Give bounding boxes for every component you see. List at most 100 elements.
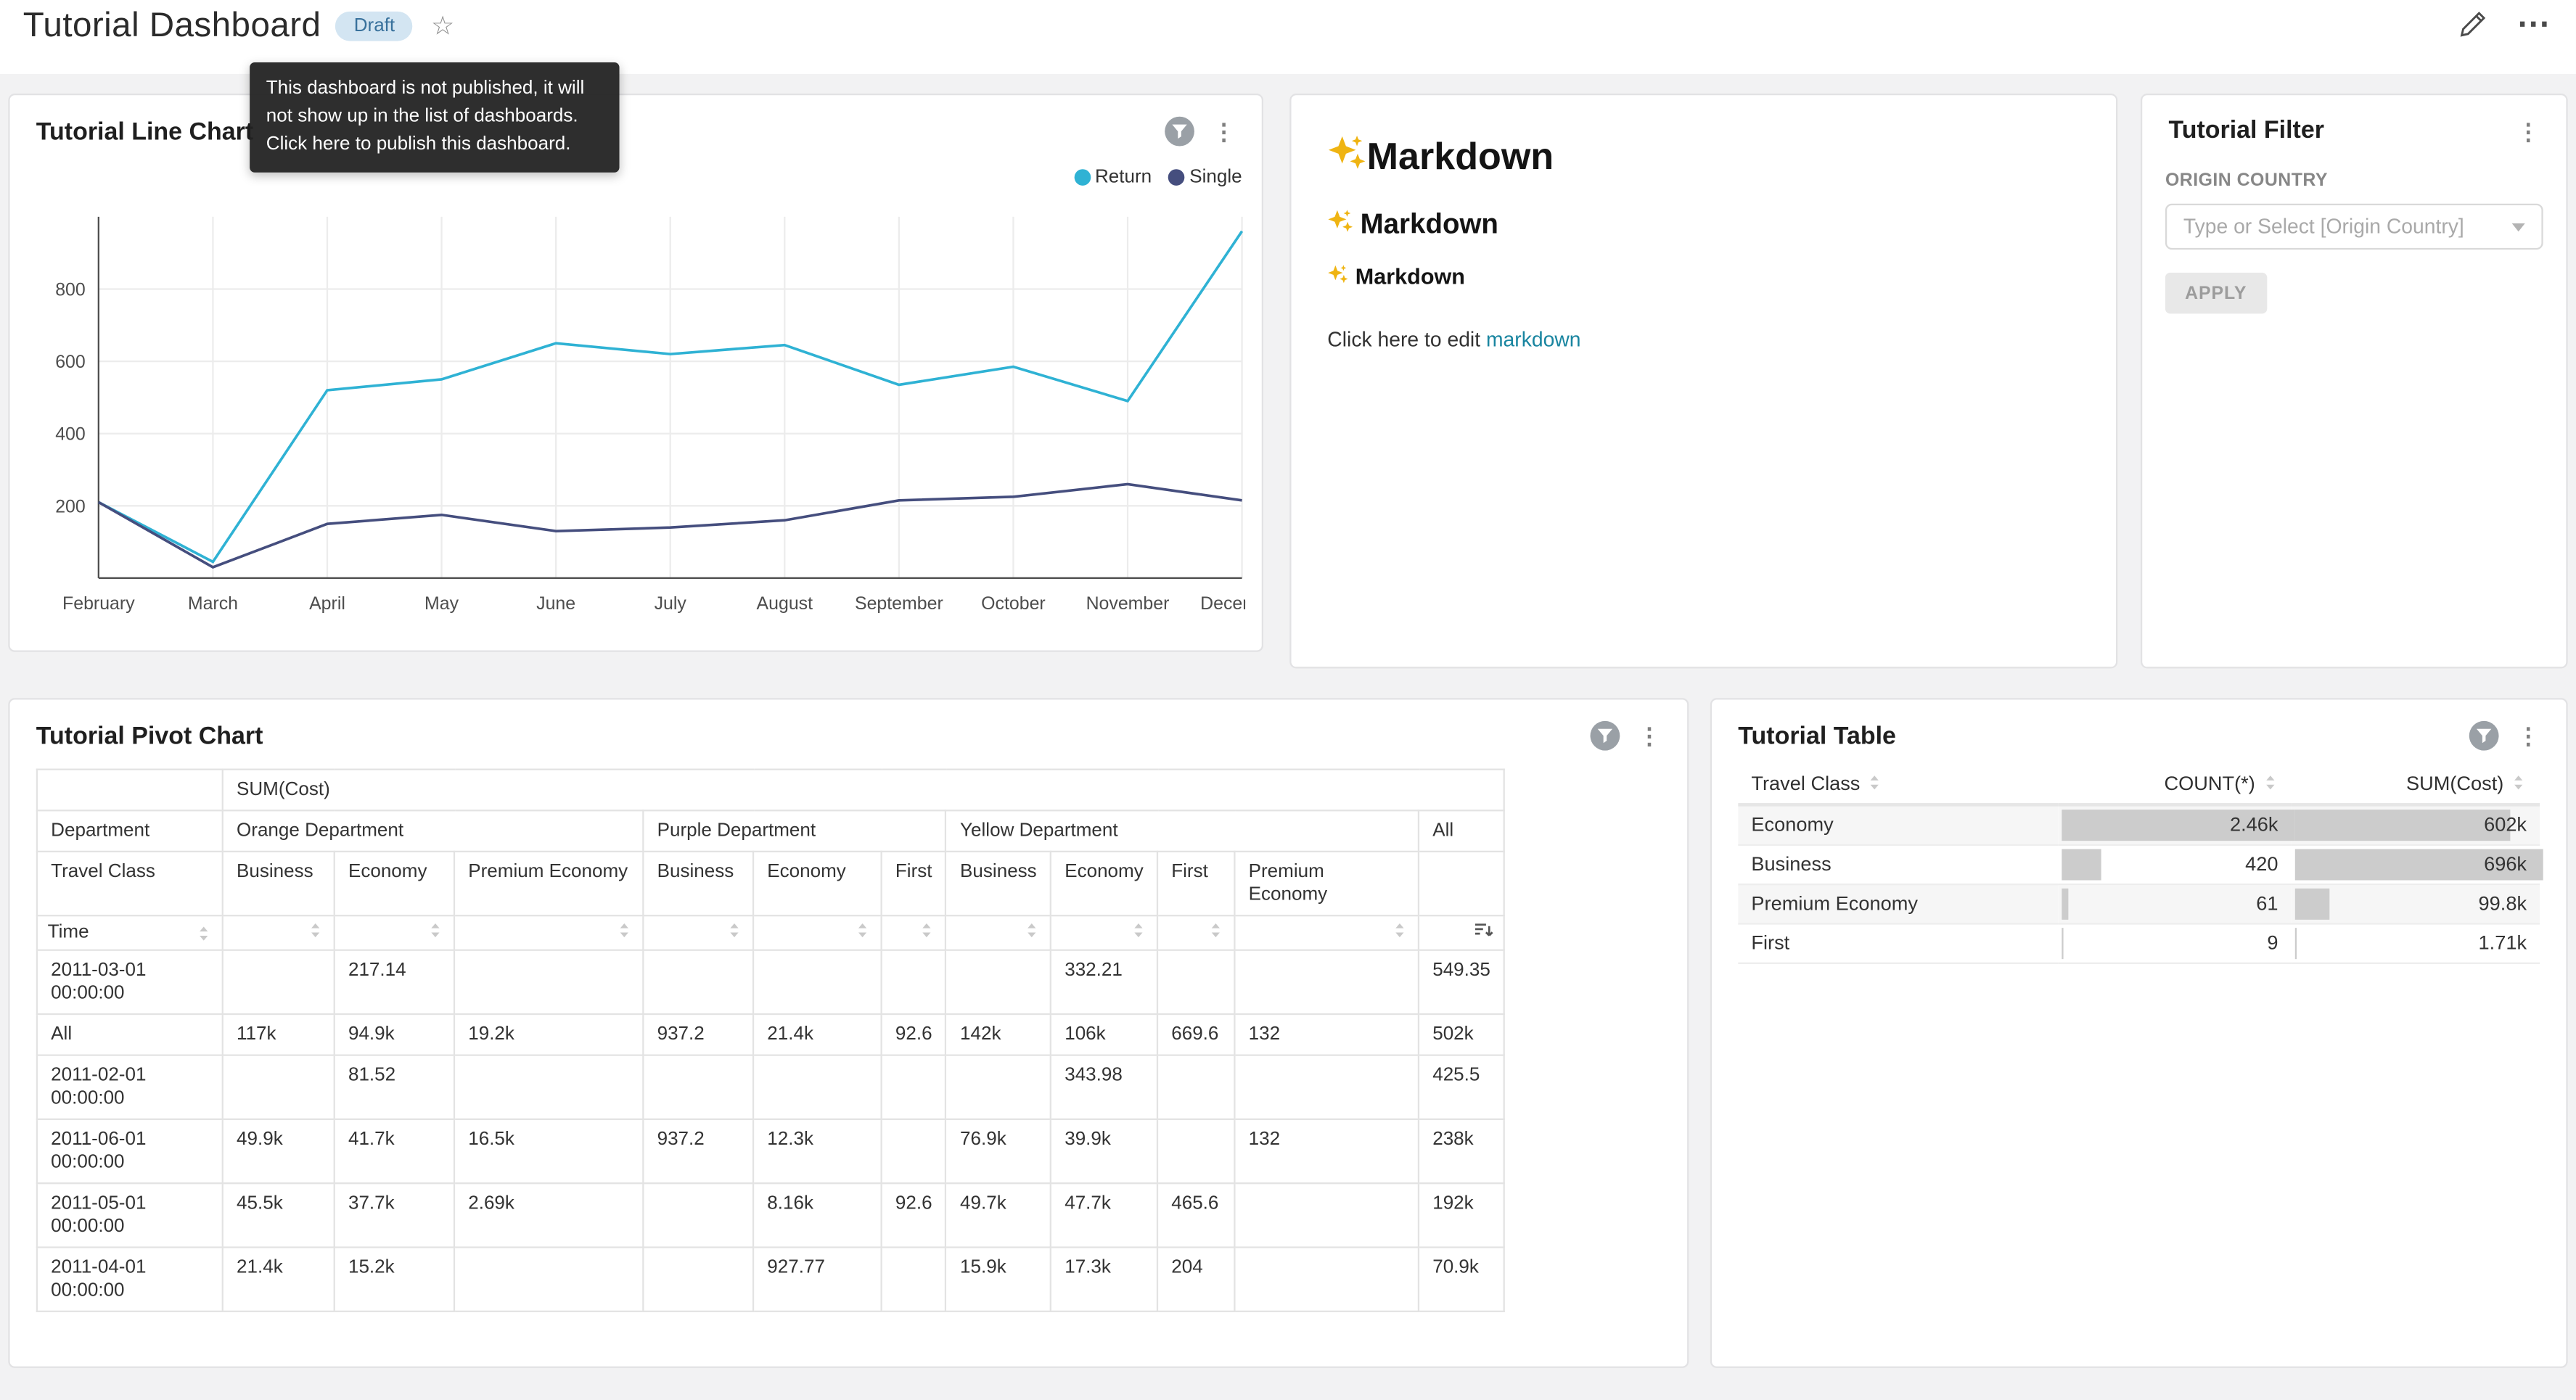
sort-icon[interactable] [854,921,871,939]
pivot-subcol-header: Premium Economy [454,852,643,915]
select-placeholder: Type or Select [Origin Country] [2183,215,2464,239]
svg-text:December: December [1200,593,1245,614]
pivot-cell: 16.5k [454,1119,643,1183]
markdown-heading-1: Markdown [1327,131,2080,181]
pivot-subcol-header: Economy [1051,852,1157,915]
sort-icon[interactable] [1131,921,1147,939]
pivot-cell: 49.9k [223,1119,335,1183]
travel-class-cell: Premium Economy [1738,884,2059,923]
pivot-row-label: All [37,1014,223,1055]
sort-icon[interactable] [307,921,324,939]
svg-text:October: October [981,593,1046,614]
pivot-cell [882,1055,946,1119]
sort-icon[interactable] [1024,921,1041,939]
pivot-cell [223,1055,335,1119]
pivot-cell: 41.7k [335,1119,454,1183]
pivot-cell: 19.2k [454,1014,643,1055]
more-menu-icon[interactable]: ⋯ [2516,12,2549,36]
pivot-row-label: 2011-02-01 00:00:00 [37,1055,223,1119]
sum-cell: 696k [2292,844,2540,884]
pivot-row-label: 2011-06-01 00:00:00 [37,1119,223,1183]
markdown-paragraph: Click here to edit markdown [1327,329,2080,352]
pivot-sort-cell [753,915,882,950]
pivot-cell: 92.6 [882,1014,946,1055]
pivot-cell [1157,1119,1234,1183]
favorite-star-icon[interactable]: ☆ [431,10,454,43]
travel-class-cell: Economy [1738,804,2059,844]
kebab-menu-icon[interactable]: ⋮ [1213,120,1236,143]
pivot-metric-header: SUM(Cost) [223,770,1504,811]
pivot-cell [454,1248,643,1312]
table-title: Tutorial Table [1738,722,1896,749]
sort-icon[interactable] [726,921,743,939]
pivot-cell [454,1055,643,1119]
pivot-subcol-header: Economy [335,852,454,915]
markdown-edit-link[interactable]: markdown [1486,329,1581,352]
sort-icon[interactable] [919,921,935,939]
pivot-cell [946,950,1051,1014]
sparkles-icon [1327,207,1353,242]
svg-text:February: February [62,593,135,614]
pivot-row-label: 2011-04-01 00:00:00 [37,1248,223,1312]
pivot-cell: 76.9k [946,1119,1051,1183]
column-header-sum[interactable]: SUM(Cost) [2292,764,2540,805]
pivot-cell: 70.9k [1419,1248,1504,1312]
pivot-cell: 192k [1419,1184,1504,1248]
sort-icon[interactable] [2510,773,2527,791]
sort-icon[interactable] [427,921,444,939]
sort-icon[interactable] [1207,921,1224,939]
sort-icon[interactable] [1866,773,1883,791]
pivot-cell: 937.2 [643,1014,753,1055]
pivot-row: 2011-04-01 00:00:0021.4k15.2k927.7715.9k… [37,1248,1504,1312]
sort-icon[interactable] [616,921,633,939]
pivot-cell [1234,1184,1419,1248]
kebab-menu-icon[interactable]: ⋮ [1638,724,1661,747]
pivot-cell: 21.4k [753,1014,882,1055]
pivot-cell [454,950,643,1014]
pivot-group-header: Orange Department [223,810,644,852]
pivot-cell: 8.16k [753,1184,882,1248]
pivot-row: 2011-02-01 00:00:0081.52343.98425.5 [37,1055,1504,1119]
sort-desc-icon[interactable] [1474,921,1493,939]
column-header-travel-class[interactable]: Travel Class [1738,764,2059,805]
pivot-cell: 45.5k [223,1184,335,1248]
pivot-row: 2011-06-01 00:00:0049.9k41.7k16.5k937.21… [37,1119,1504,1183]
filter-indicator-icon[interactable] [1591,721,1620,751]
count-cell: 9 [2059,923,2291,962]
column-header-count[interactable]: COUNT(*) [2059,764,2291,805]
edit-dashboard-icon[interactable] [2459,10,2487,38]
kebab-menu-icon[interactable]: ⋮ [2516,119,2540,142]
svg-text:800: 800 [55,280,86,300]
filter-indicator-icon[interactable] [1165,117,1194,147]
legend-item[interactable]: Return [1074,168,1152,187]
markdown-card: Markdown Markdown Markdown Click here to… [1289,94,2117,668]
pivot-title: Tutorial Pivot Chart [36,722,263,749]
pivot-group-header: All [1419,810,1504,852]
title-group: Tutorial Dashboard Draft ☆ [23,7,455,46]
apply-button[interactable]: APPLY [2165,273,2267,314]
svg-text:June: June [536,593,575,614]
sort-icon[interactable] [2262,773,2278,791]
kebab-menu-icon[interactable]: ⋮ [2516,724,2540,747]
pivot-cell: 332.21 [1051,950,1157,1014]
pivot-cell: 142k [946,1014,1051,1055]
svg-text:May: May [424,593,459,614]
sort-icon[interactable] [1392,921,1408,939]
filter-indicator-icon[interactable] [2469,721,2499,751]
svg-text:November: November [1086,593,1170,614]
travel-class-cell: First [1738,923,2059,962]
table-row: Premium Economy6199.8k [1738,884,2540,923]
pivot-sort-cell [643,915,753,950]
page-title: Tutorial Dashboard [23,7,321,46]
pivot-cell [1234,950,1419,1014]
pivot-cell: 425.5 [1419,1055,1504,1119]
table-row: Business420696k [1738,844,2540,884]
filter-field-label: ORIGIN COUNTRY [2165,170,2543,190]
origin-country-select[interactable]: Type or Select [Origin Country] [2165,204,2543,250]
pivot-cell: 937.2 [643,1119,753,1183]
draft-badge[interactable]: Draft [336,12,413,41]
pivot-cell [643,950,753,1014]
legend-item[interactable]: Single [1168,168,1242,187]
sort-icon[interactable] [195,924,212,942]
pivot-subcol-header: First [1157,852,1234,915]
